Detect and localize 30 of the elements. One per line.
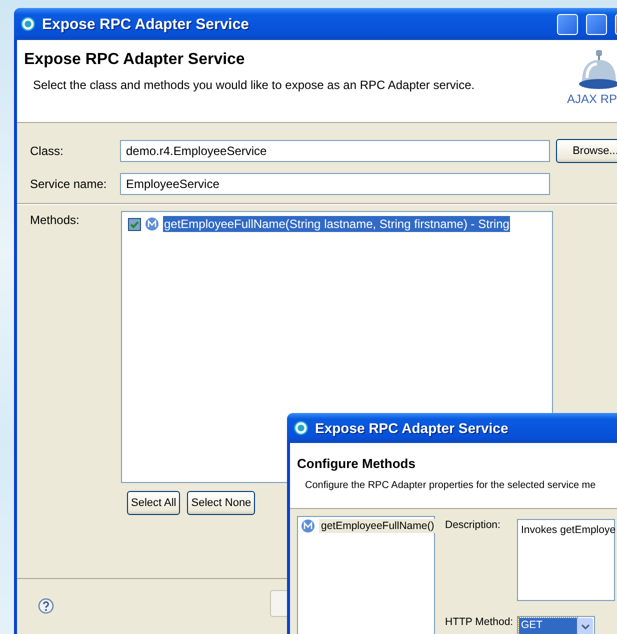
field-label: Service name:: [30, 177, 108, 191]
window-title: Expose RPC Adapter Service: [315, 420, 510, 436]
field-label: Class:: [30, 144, 64, 158]
page-description: Select the class and methods you would like to expose as an RPC Adapter service.: [32, 78, 476, 92]
field-label: HTTP Method:: [445, 616, 514, 630]
checkbox[interactable]: [128, 218, 141, 230]
description-field[interactable]: Invokes getEmploye: [517, 519, 615, 601]
method-item[interactable]: getEmployeeFullName(): [319, 519, 436, 533]
window-title: Expose RPC Adapter Service: [42, 16, 250, 32]
maximize-button[interactable]: [586, 14, 607, 34]
method-icon: [145, 217, 159, 231]
page-title: Expose RPC Adapter Service: [24, 51, 246, 69]
field-label: Description:: [445, 519, 502, 533]
app-icon: [293, 420, 309, 436]
app-icon: [20, 16, 36, 32]
caret-icon: [580, 624, 590, 630]
page-title: Configure Methods: [297, 455, 416, 471]
page-description: Configure the RPC Adapter properties for the selected service me: [304, 480, 597, 491]
field-label: Methods:: [30, 212, 80, 229]
text-field[interactable]: EmployeeService: [120, 173, 550, 195]
http-method-dropdown[interactable]: GET: [517, 616, 595, 634]
minimize-button[interactable]: [557, 14, 578, 34]
method-icon: [301, 519, 315, 533]
help-icon[interactable]: [38, 598, 54, 614]
method-item[interactable]: getEmployeeFullName(String lastname, String firstname) - String: [163, 216, 510, 232]
select-button[interactable]: Select None: [187, 491, 256, 515]
text-field[interactable]: demo.r4.EmployeeService: [120, 140, 550, 162]
browse-button[interactable]: Browse...: [556, 139, 617, 163]
select-button[interactable]: Select All: [127, 491, 180, 515]
logo-caption: AJAX RP: [566, 92, 617, 106]
